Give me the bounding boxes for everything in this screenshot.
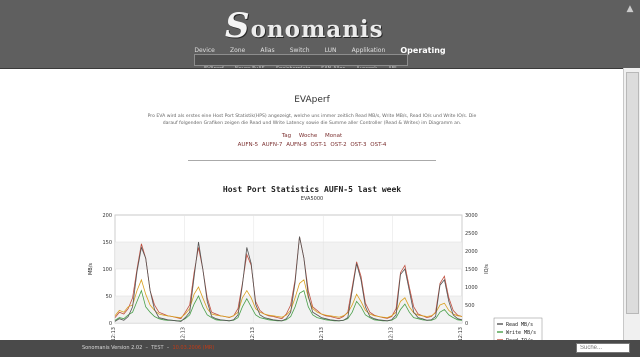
port-link-aufn-8[interactable]: AUFN-8 [286, 142, 307, 148]
footer: Sonomanis Version 2.02 – TEST – 10.03.20… [0, 340, 640, 357]
header: Sonomanis ▲ Device Zone Alias Switch LUN… [0, 0, 640, 72]
y-tick-label-right: 2000 [465, 249, 478, 255]
page-title: EVAperf [294, 95, 330, 105]
port-links: AUFN-5 AUFN-7 AUFN-8 OST-1 OST-2 OST-3 O… [0, 142, 624, 148]
grid-band [115, 242, 462, 269]
port-link-ost-4[interactable]: OST-4 [370, 142, 386, 148]
logo-text: onomanis [250, 16, 384, 43]
y-tick-label-left: 0 [109, 321, 112, 327]
footer-version: Sonomanis Version 2.02 [82, 345, 143, 351]
footer-timestamp: 10.03.2006 (MR) [172, 345, 215, 351]
x-tick-label: 12:13 [458, 327, 464, 341]
y-axis-label-right: IO/s [484, 264, 490, 274]
x-tick-label: 12:13 [111, 327, 117, 341]
nav-item-lun[interactable]: LUN [325, 47, 337, 54]
y-tick-label-right: 2500 [465, 231, 478, 237]
divider [188, 160, 436, 161]
chart-subtitle: EVA5000 [300, 196, 324, 202]
search-input[interactable] [576, 343, 630, 353]
y-tick-label-right: 1500 [465, 267, 478, 273]
port-link-ost-2[interactable]: OST-2 [330, 142, 346, 148]
content-area: EVAperf Pro EVA wird als erstes eine Hos… [0, 68, 624, 341]
x-tick-label: 12:13 [250, 327, 256, 341]
period-link-tag[interactable]: Tag [282, 133, 291, 139]
y-axis-label-left: MB/s [88, 263, 94, 275]
page-description: Pro EVA wird als erstes eine Host Port S… [147, 114, 477, 126]
nav-item-applikation[interactable]: Applikation [352, 47, 386, 54]
scrollbar-thumb[interactable] [626, 72, 639, 314]
period-links: Tag Woche Monat [0, 133, 624, 139]
sub-nav: EVAperf Neues EvAS Speicherplatz SAN All… [194, 54, 408, 72]
legend-label: Write MB/s [506, 330, 536, 336]
port-link-ost-3[interactable]: OST-3 [350, 142, 366, 148]
nav-item-alias[interactable]: Alias [260, 47, 274, 54]
host-port-statistics-chart: 05010015020005001000150020002500300012:1… [88, 213, 543, 341]
y-tick-label-right: 0 [465, 321, 468, 327]
period-link-woche[interactable]: Woche [299, 133, 317, 139]
x-tick-label: 12:13 [319, 327, 325, 341]
y-tick-label-right: 500 [465, 303, 475, 309]
port-link-aufn-5[interactable]: AUFN-5 [238, 142, 259, 148]
y-tick-label-left: 100 [102, 267, 112, 273]
nav-item-zone[interactable]: Zone [230, 47, 245, 54]
x-tick-label: 12:13 [389, 327, 395, 341]
x-tick-label: 12:13 [180, 327, 186, 341]
nav-item-switch[interactable]: Switch [290, 47, 310, 54]
y-tick-label-left: 150 [102, 240, 112, 246]
legend-label: Read MB/s [506, 322, 533, 328]
scroll-up-arrow-icon[interactable]: ▲ [624, 3, 636, 15]
vertical-scrollbar[interactable] [623, 68, 640, 340]
port-link-aufn-7[interactable]: AUFN-7 [262, 142, 283, 148]
port-link-ost-1[interactable]: OST-1 [311, 142, 327, 148]
footer-separator-text: TEST [151, 345, 164, 351]
period-link-monat[interactable]: Monat [325, 133, 342, 139]
nav-item-device[interactable]: Device [194, 47, 215, 54]
y-tick-label-left: 50 [106, 294, 112, 300]
y-tick-label-left: 200 [102, 213, 112, 219]
y-tick-label-right: 3000 [465, 213, 478, 219]
chart-title: Host Port Statistics AUFN-5 last week [222, 185, 402, 194]
footer-info: Sonomanis Version 2.02 – TEST – 10.03.20… [82, 345, 215, 351]
y-tick-label-right: 1000 [465, 285, 478, 291]
